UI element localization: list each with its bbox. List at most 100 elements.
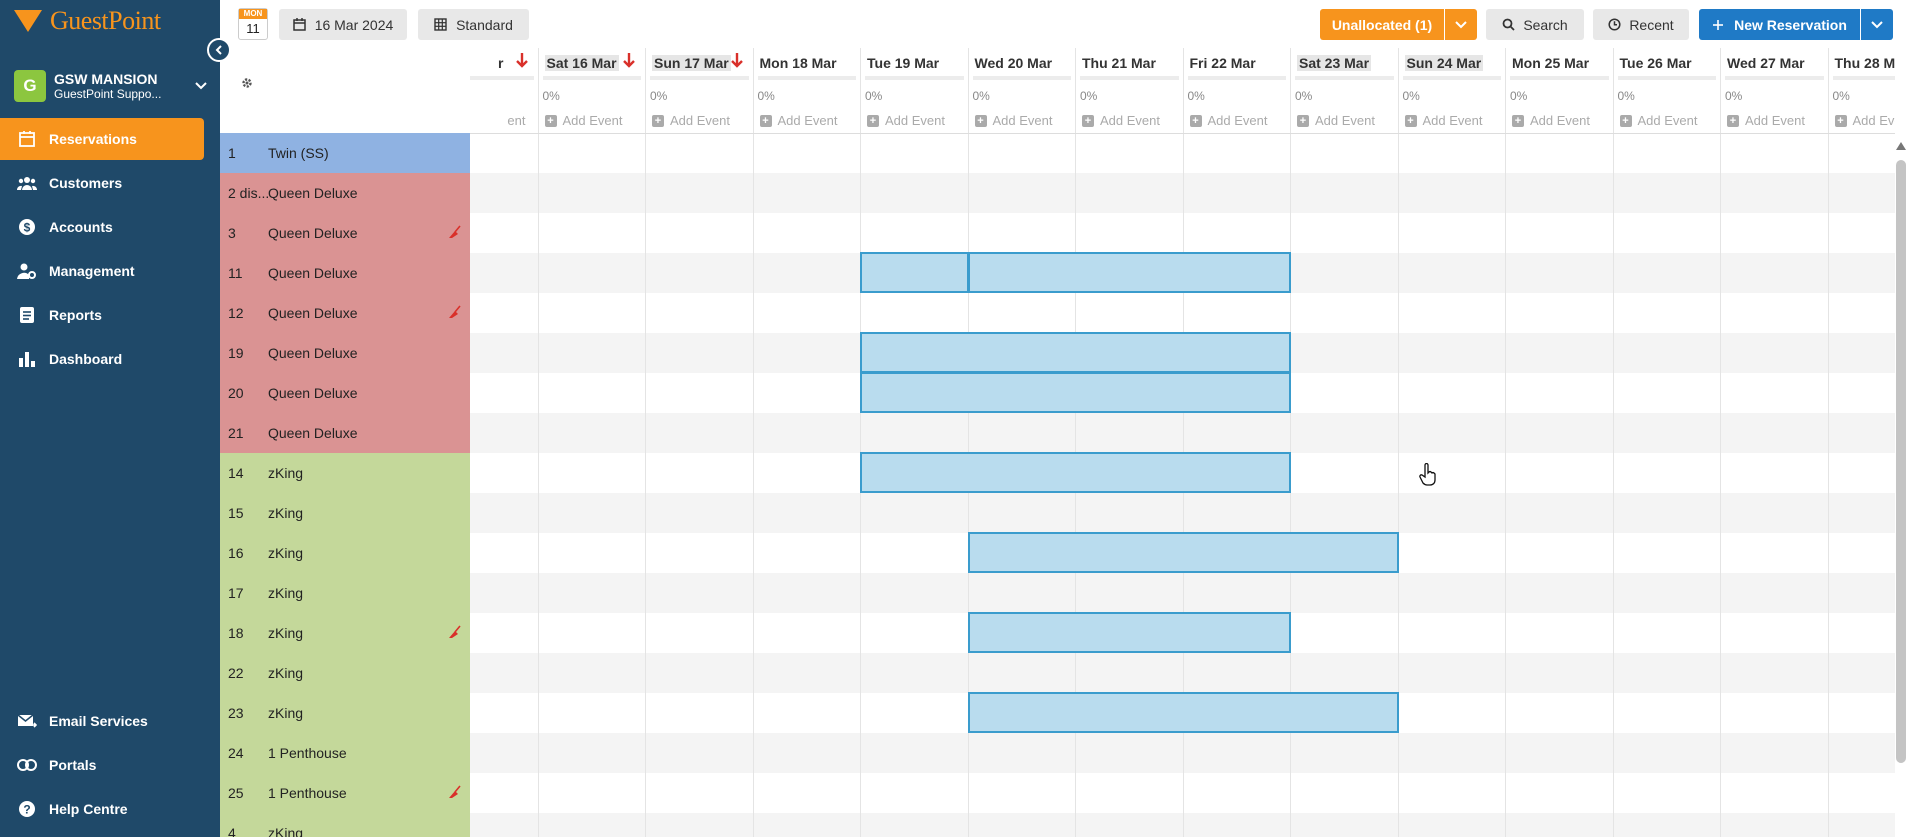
day-header[interactable]: Tue 19 Mar 0% + Add Event <box>860 48 968 134</box>
scroll-up-arrow-icon[interactable] <box>1896 142 1906 150</box>
room-row[interactable]: 25 1 Penthouse <box>220 773 470 813</box>
day-header[interactable]: Thu 21 Mar 0% + Add Event <box>1075 48 1183 134</box>
room-row[interactable]: 12 Queen Deluxe <box>220 293 470 333</box>
reservation-block[interactable] <box>860 452 1291 493</box>
day-header[interactable]: Tue 26 Mar 0% + Add Event <box>1612 48 1721 134</box>
room-type: 1 Penthouse <box>268 745 347 761</box>
view-selector-button[interactable]: Standard <box>418 9 529 40</box>
day-header[interactable]: Sat 23 Mar 0% + Add Event <box>1290 48 1398 134</box>
day-label: Mon 18 Mar <box>759 55 837 71</box>
add-event-label: Add Event <box>1745 113 1805 128</box>
room-row[interactable]: 15 zKing <box>220 493 470 533</box>
nav-item-customers[interactable]: Customers <box>0 162 204 204</box>
add-event-button[interactable]: + Add Event <box>974 113 1053 128</box>
day-header[interactable]: Fri 22 Mar 0% + Add Event <box>1182 48 1291 134</box>
room-row[interactable]: 1 Twin (SS) <box>220 133 470 173</box>
day-header[interactable]: Wed 20 Mar 0% + Add Event <box>967 48 1076 134</box>
reservation-block[interactable] <box>860 372 1291 413</box>
new-reservation-button[interactable]: New Reservation <box>1699 9 1860 40</box>
unallocated-button[interactable]: Unallocated (1) <box>1320 9 1444 40</box>
add-event-button[interactable]: ent <box>507 113 525 128</box>
search-button[interactable]: Search <box>1486 9 1584 40</box>
nav-item-reports[interactable]: Reports <box>0 294 204 336</box>
date-picker-button[interactable]: 16 Mar 2024 <box>279 9 407 40</box>
room-number: 2 dis... <box>228 185 268 201</box>
room-row[interactable]: 2 dis... Queen Deluxe <box>220 173 470 213</box>
room-row[interactable]: 23 zKing <box>220 693 470 733</box>
chevron-down-icon[interactable] <box>192 79 210 93</box>
add-event-button[interactable]: + Add Event <box>1619 113 1698 128</box>
room-row[interactable]: 18 zKing <box>220 613 470 653</box>
calendar-icon <box>16 128 38 150</box>
plus-icon: + <box>1189 114 1202 127</box>
property-switcher[interactable]: G GSW MANSION GuestPoint Suppo... <box>14 68 210 104</box>
new-reservation-dropdown-button[interactable] <box>1861 9 1893 40</box>
room-type: Queen Deluxe <box>268 345 358 361</box>
day-label: Wed 20 Mar <box>974 55 1053 71</box>
room-row[interactable]: 24 1 Penthouse <box>220 733 470 773</box>
room-row[interactable]: 22 zKing <box>220 653 470 693</box>
nav-item-management[interactable]: Management <box>0 250 204 292</box>
new-reservation-label: New Reservation <box>1734 16 1847 33</box>
add-event-button[interactable]: + Add Event <box>867 113 945 128</box>
add-event-button[interactable]: + Add Event <box>1297 113 1375 128</box>
room-row[interactable]: 19 Queen Deluxe <box>220 333 470 373</box>
reservation-block[interactable] <box>967 692 1399 733</box>
day-header[interactable]: Mon 18 Mar 0% + Add Event <box>752 48 861 134</box>
add-event-button[interactable]: + Add Event <box>544 113 623 128</box>
room-row[interactable]: 16 zKing <box>220 533 470 573</box>
room-row[interactable]: 17 zKing <box>220 573 470 613</box>
room-row[interactable]: 14 zKing <box>220 453 470 493</box>
calendar-icon <box>292 18 306 31</box>
nav-item-accounts[interactable]: $ Accounts <box>0 206 204 248</box>
add-event-button[interactable]: + Add Event <box>1404 113 1483 128</box>
day-header[interactable]: Thu 28 Mar 0% + Add Event <box>1827 48 1895 134</box>
day-header[interactable]: Mon 25 Mar 0% + Add Event <box>1505 48 1613 134</box>
plus-icon: + <box>1404 114 1417 127</box>
add-event-button[interactable]: + Add Event <box>759 113 838 128</box>
add-event-button[interactable]: + Add Event <box>652 113 730 128</box>
day-label: Mon 25 Mar <box>1512 55 1590 71</box>
plus-icon: + <box>974 114 987 127</box>
nav-item-help-centre[interactable]: ? Help Centre <box>0 788 204 830</box>
day-header[interactable]: Wed 27 Mar 0% + Add Event <box>1720 48 1828 134</box>
room-row[interactable]: 4 zKing <box>220 813 470 837</box>
room-row[interactable]: 3 Queen Deluxe <box>220 213 470 253</box>
tape-chart-grid: r ent Sat 16 Mar 0% + Add Event Sun 17 Mar 0% + A… <box>470 48 1895 837</box>
reservation-block[interactable] <box>860 252 969 293</box>
today-button[interactable]: MON 11 <box>238 8 268 40</box>
room-type: 1 Penthouse <box>268 785 347 801</box>
guestpoint-logo[interactable]: GuestPoint <box>14 6 161 36</box>
nav-item-reservations[interactable]: Reservations <box>0 118 204 160</box>
occupancy-bar <box>865 76 964 80</box>
housekeeping-broom-icon <box>448 225 462 239</box>
vertical-scrollbar[interactable] <box>1896 160 1906 763</box>
occupancy-bar <box>1510 76 1609 80</box>
add-event-button[interactable]: + Add Event <box>1189 113 1268 128</box>
reservation-block[interactable] <box>967 532 1399 573</box>
occupancy-percent: 0% <box>1080 89 1098 103</box>
reservation-block[interactable] <box>967 252 1291 293</box>
nav-item-portals[interactable]: Portals <box>0 744 204 786</box>
reservation-block[interactable] <box>967 612 1291 653</box>
room-settings-gear-icon[interactable] <box>240 76 254 94</box>
nav-item-label: Dashboard <box>49 351 123 367</box>
room-row[interactable]: 20 Queen Deluxe <box>220 373 470 413</box>
reservation-block[interactable] <box>860 332 1291 373</box>
day-header[interactable]: Sun 24 Mar 0% + Add Event <box>1397 48 1506 134</box>
nav-item-dashboard[interactable]: Dashboard <box>0 338 204 380</box>
unallocated-dropdown-button[interactable] <box>1445 9 1477 40</box>
add-event-button[interactable]: + Add Event <box>1512 113 1590 128</box>
add-event-button[interactable]: + Add Event <box>1834 113 1895 128</box>
add-event-button[interactable]: + Add Event <box>1082 113 1160 128</box>
svg-text:?: ? <box>23 803 30 817</box>
room-row[interactable]: 21 Queen Deluxe <box>220 413 470 453</box>
users-gear-icon <box>16 260 38 282</box>
room-row[interactable]: 11 Queen Deluxe <box>220 253 470 293</box>
add-event-button[interactable]: + Add Event <box>1727 113 1805 128</box>
collapse-sidebar-button[interactable] <box>207 38 231 62</box>
nav-item-label: Accounts <box>49 219 113 235</box>
nav-item-email-services[interactable]: Email Services <box>0 700 204 742</box>
recent-button[interactable]: Recent <box>1593 9 1689 40</box>
room-number: 21 <box>228 425 244 441</box>
